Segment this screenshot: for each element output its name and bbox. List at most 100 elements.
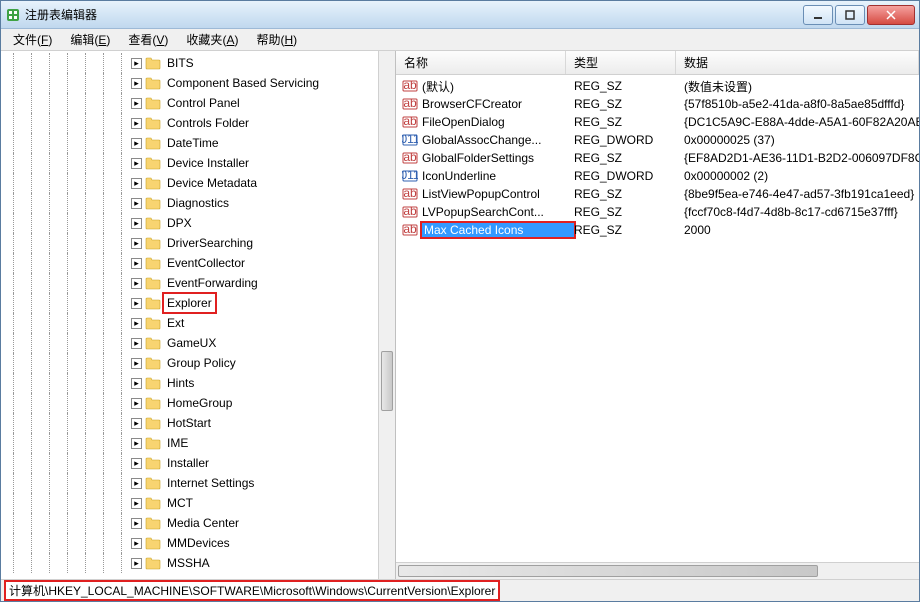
expander-icon[interactable]: ▸ [131, 258, 142, 269]
tree-item[interactable]: ▸Device Installer [1, 153, 395, 173]
tree-guides [5, 413, 131, 433]
tree-item[interactable]: ▸GameUX [1, 333, 395, 353]
tree-item[interactable]: ▸HomeGroup [1, 393, 395, 413]
tree-item[interactable]: ▸ Explorer [1, 293, 395, 313]
tree-item[interactable]: ▸Internet Settings [1, 473, 395, 493]
tree-pane[interactable]: ▸BITS▸Component Based Servicing▸Control … [1, 51, 396, 579]
tree-item[interactable]: ▸BITS [1, 53, 395, 73]
expander-icon[interactable]: ▸ [131, 138, 142, 149]
expander-icon[interactable]: ▸ [131, 418, 142, 429]
tree-scrollbar-thumb[interactable] [381, 351, 393, 411]
tree-item[interactable]: ▸Control Panel [1, 93, 395, 113]
tree-guides [5, 453, 131, 473]
folder-icon [145, 96, 161, 110]
tree-item[interactable]: ▸Device Metadata [1, 173, 395, 193]
folder-icon [145, 196, 161, 210]
value-data: 0x00000025 (37) [684, 133, 919, 147]
tree-item[interactable]: ▸MCT [1, 493, 395, 513]
expander-icon[interactable]: ▸ [131, 198, 142, 209]
menu-edit[interactable]: 编辑(E) [62, 29, 118, 50]
expander-icon[interactable]: ▸ [131, 358, 142, 369]
tree-item[interactable]: ▸ Group Policy [1, 353, 395, 373]
titlebar[interactable]: 注册表编辑器 [1, 1, 919, 29]
expander-icon[interactable]: ▸ [131, 318, 142, 329]
expander-icon[interactable]: ▸ [131, 558, 142, 569]
menu-view[interactable]: 查看(V) [120, 29, 176, 50]
col-header-type[interactable]: 类型 [566, 51, 676, 74]
svg-text:011: 011 [402, 168, 418, 182]
maximize-button[interactable] [835, 5, 865, 25]
tree-item[interactable]: ▸Hints [1, 373, 395, 393]
value-row[interactable]: abListViewPopupControlREG_SZ{8be9f5ea-e7… [396, 185, 919, 203]
list-pane: 名称 类型 数据 ab(默认)REG_SZ(数值未设置)abBrowserCFC… [396, 51, 919, 579]
value-data: (数值未设置) [684, 78, 919, 95]
col-header-name[interactable]: 名称 [396, 51, 566, 74]
tree-guides [5, 353, 131, 373]
tree-scrollbar[interactable] [378, 51, 395, 579]
folder-icon [145, 56, 161, 70]
tree-item[interactable]: ▸IME [1, 433, 395, 453]
tree-item-label: Group Policy [165, 355, 238, 371]
expander-icon[interactable]: ▸ [131, 338, 142, 349]
expander-icon[interactable]: ▸ [131, 398, 142, 409]
folder-icon [145, 536, 161, 550]
col-header-data[interactable]: 数据 [676, 51, 919, 74]
tree-item[interactable]: ▸Installer [1, 453, 395, 473]
tree-item[interactable]: ▸EventForwarding [1, 273, 395, 293]
value-row[interactable]: abGlobalFolderSettingsREG_SZ{EF8AD2D1-AE… [396, 149, 919, 167]
menu-help[interactable]: 帮助(H) [248, 29, 305, 50]
expander-icon[interactable]: ▸ [131, 118, 142, 129]
value-row[interactable]: abFileOpenDialogREG_SZ{DC1C5A9C-E88A-4dd… [396, 113, 919, 131]
folder-icon [145, 76, 161, 90]
expander-icon[interactable]: ▸ [131, 538, 142, 549]
expander-icon[interactable]: ▸ [131, 78, 142, 89]
value-row[interactable]: 011IconUnderlineREG_DWORD0x00000002 (2) [396, 167, 919, 185]
svg-text:ab: ab [403, 114, 417, 128]
dword-icon: 011 [402, 168, 418, 184]
tree-item[interactable]: ▸MSSHA [1, 553, 395, 573]
tree-item[interactable]: ▸Controls Folder [1, 113, 395, 133]
menu-favorites[interactable]: 收藏夹(A) [178, 29, 246, 50]
expander-icon[interactable]: ▸ [131, 458, 142, 469]
tree-item[interactable]: ▸Component Based Servicing [1, 73, 395, 93]
folder-icon [145, 136, 161, 150]
expander-icon[interactable]: ▸ [131, 298, 142, 309]
expander-icon[interactable]: ▸ [131, 278, 142, 289]
expander-icon[interactable]: ▸ [131, 158, 142, 169]
value-data: {57f8510b-a5e2-41da-a8f0-8a5ae85dfffd} [684, 97, 919, 111]
tree-item[interactable]: ▸HotStart [1, 413, 395, 433]
tree-item[interactable]: ▸DPX [1, 213, 395, 233]
expander-icon[interactable]: ▸ [131, 58, 142, 69]
tree-item[interactable]: ▸EventCollector [1, 253, 395, 273]
menu-file[interactable]: 文件(F) [5, 29, 60, 50]
tree-item[interactable]: ▸DriverSearching [1, 233, 395, 253]
expander-icon[interactable]: ▸ [131, 518, 142, 529]
value-row[interactable]: ab(默认)REG_SZ(数值未设置) [396, 77, 919, 95]
tree-item-label: Explorer [165, 295, 214, 311]
list-hscrollbar-thumb[interactable] [398, 565, 818, 577]
tree-guides [5, 553, 131, 573]
expander-icon[interactable]: ▸ [131, 98, 142, 109]
value-type: REG_SZ [574, 151, 684, 165]
value-name: FileOpenDialog [422, 115, 574, 129]
tree-item[interactable]: ▸Ext [1, 313, 395, 333]
close-button[interactable] [867, 5, 915, 25]
tree-item[interactable]: ▸DateTime [1, 133, 395, 153]
tree-item[interactable]: ▸Diagnostics [1, 193, 395, 213]
expander-icon[interactable]: ▸ [131, 438, 142, 449]
tree-item[interactable]: ▸Media Center [1, 513, 395, 533]
value-row[interactable]: abMax Cached IconsREG_SZ2000 [396, 221, 919, 239]
value-row[interactable]: abLVPopupSearchCont...REG_SZ{fccf70c8-f4… [396, 203, 919, 221]
expander-icon[interactable]: ▸ [131, 498, 142, 509]
tree-item[interactable]: ▸MMDevices [1, 533, 395, 553]
value-row[interactable]: abBrowserCFCreatorREG_SZ{57f8510b-a5e2-4… [396, 95, 919, 113]
minimize-button[interactable] [803, 5, 833, 25]
expander-icon[interactable]: ▸ [131, 178, 142, 189]
expander-icon[interactable]: ▸ [131, 378, 142, 389]
list-body[interactable]: ab(默认)REG_SZ(数值未设置)abBrowserCFCreatorREG… [396, 75, 919, 562]
expander-icon[interactable]: ▸ [131, 218, 142, 229]
list-hscrollbar[interactable] [396, 562, 919, 579]
expander-icon[interactable]: ▸ [131, 478, 142, 489]
value-row[interactable]: 011GlobalAssocChange...REG_DWORD0x000000… [396, 131, 919, 149]
expander-icon[interactable]: ▸ [131, 238, 142, 249]
